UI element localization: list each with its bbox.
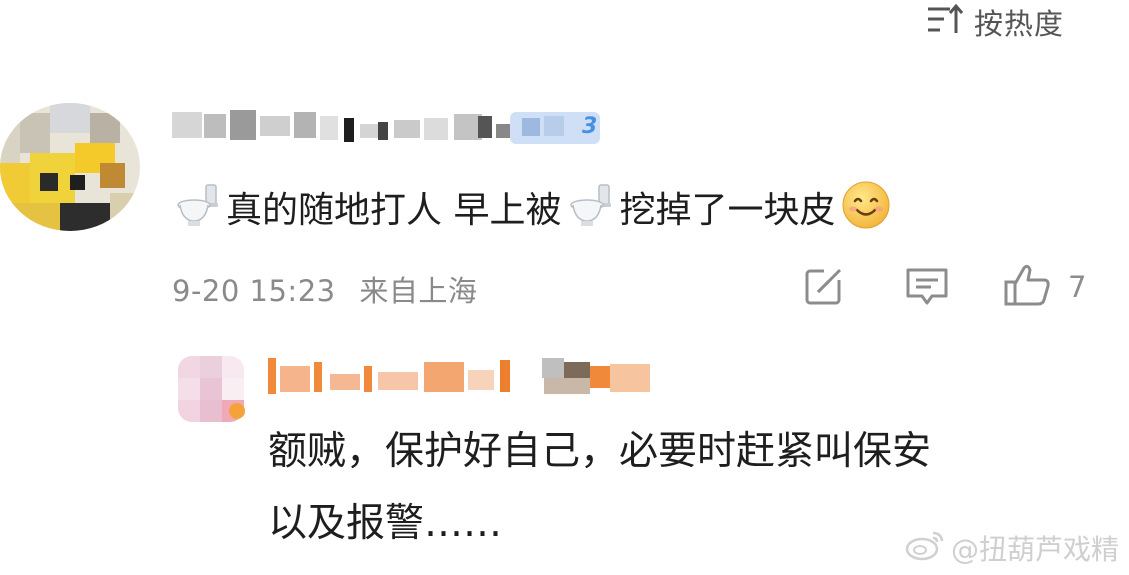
replier-name-blurred[interactable]: [268, 356, 654, 400]
commenter-avatar[interactable]: [0, 103, 140, 231]
reply-button[interactable]: [905, 266, 949, 312]
smile-emoji-icon: [841, 180, 891, 241]
share-icon: [804, 266, 846, 310]
comment-bubble-icon: [905, 266, 949, 312]
commenter-name-blurred[interactable]: [172, 104, 612, 148]
comment-location: 来自上海: [359, 274, 478, 308]
sort-lines-icon: [926, 3, 964, 41]
sort-by-hot-button[interactable]: 按热度: [926, 2, 1064, 42]
reply-text-line1: 额贼，保护好自己，必要时赶紧叫保安: [268, 429, 932, 474]
comment-meta: 9-20 15:23 来自上海: [172, 268, 477, 310]
user-badge-level: 3: [582, 114, 598, 139]
like-button[interactable]: 7: [1004, 262, 1086, 312]
toilet-emoji-icon: [567, 183, 613, 238]
replier-avatar-badge: [228, 402, 246, 424]
toilet-emoji-icon: [174, 183, 220, 238]
share-button[interactable]: [804, 266, 846, 310]
comment-text-part1: 真的随地打人 早上被: [226, 189, 562, 231]
weibo-logo-icon: [905, 529, 945, 568]
comment-text-part2: 挖掉了一块皮: [619, 189, 836, 231]
comment-timestamp: 9-20 15:23: [172, 274, 336, 308]
weibo-watermark: @扭葫芦戏精: [905, 528, 1119, 568]
comment-text: 真的随地打人 早上被 挖掉了一块皮: [174, 180, 891, 241]
sort-label: 按热度: [974, 7, 1065, 41]
like-count: 7: [1068, 270, 1087, 304]
reply-text-line2: 以及报警……: [268, 501, 503, 546]
thumbs-up-icon: [1004, 262, 1052, 312]
watermark-text: @扭葫芦戏精: [950, 533, 1119, 566]
